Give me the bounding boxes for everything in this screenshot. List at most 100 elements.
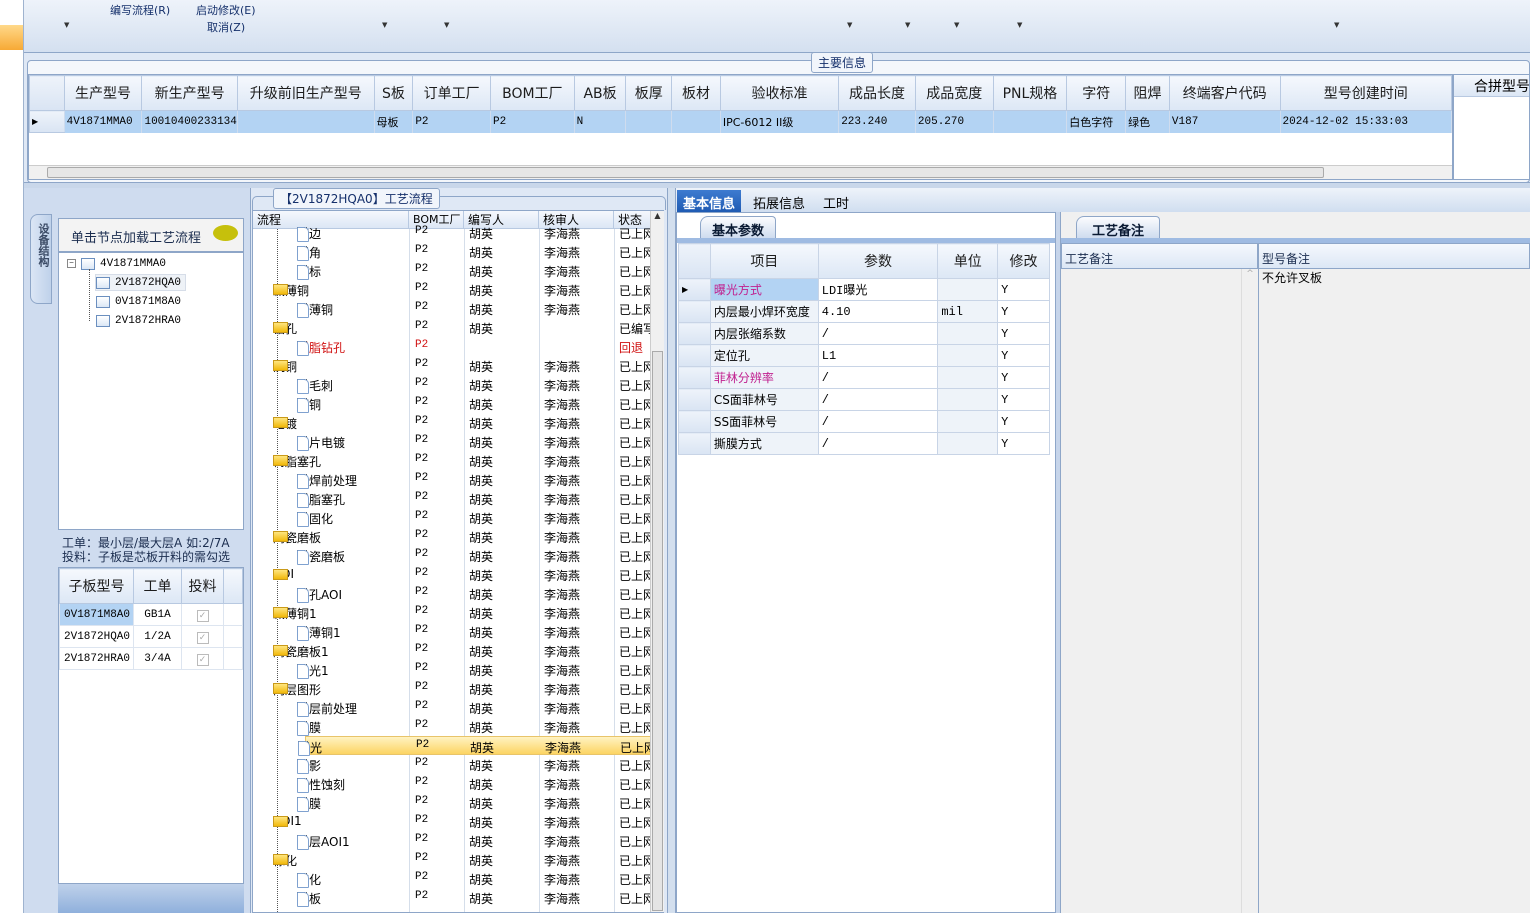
table-row[interactable]: 0V1871M8A0 GB1A ✓ [59,603,243,626]
col-header[interactable]: 订单工厂 [412,75,491,111]
dropdown-arrow-icon[interactable]: ▼ [954,21,959,29]
flow-step-row[interactable]: 减薄铜 P2 胡英 李海燕 已上网 [253,299,651,318]
flow-step-row[interactable]: 减薄铜1 P2 胡英 李海燕 已上网 [253,622,651,641]
param-value[interactable]: / [817,366,939,389]
sub-board-cell[interactable]: 0V1871M8A0 [59,603,134,626]
tab-process-notes[interactable]: 工艺备注 [1076,216,1160,239]
col-header[interactable]: AB板 [573,75,627,111]
active-nav-marker[interactable] [0,25,23,50]
flow-group-row[interactable]: − AOI P2 胡英 李海燕 已上网 [253,565,651,584]
cell[interactable]: P2 [412,110,491,133]
col-header[interactable]: 板材 [671,75,721,111]
tree-node-child[interactable]: 2V1872HRA0 [96,312,181,329]
scrollbar-thumb[interactable] [652,351,663,911]
flow-step-row[interactable]: 塞孔AOI P2 胡英 李海燕 已上网 [253,584,651,603]
row-header[interactable] [678,322,711,345]
flow-group-row[interactable]: − 棕化 P2 胡英 李海燕 已上网 [253,850,651,869]
tree-node-child[interactable]: 0V1871M8A0 [96,293,181,310]
cell[interactable] [237,110,375,133]
flow-step-row[interactable]: 退膜 P2 胡英 李海燕 已上网 [253,793,651,812]
flow-group-row[interactable]: − 钻孔 P2 胡英 已编写 [253,318,651,337]
param-row[interactable]: 定位孔 L1 Y [678,344,1050,367]
param-row[interactable]: ▶ 曝光方式 LDI曝光 Y [678,278,1050,301]
tab-extended-info[interactable]: 拓展信息 [747,190,811,212]
tab-work-hours[interactable]: 工时 [817,190,855,212]
col-header[interactable]: 验收标准 [719,75,840,111]
row-header[interactable] [678,366,711,389]
vertical-tab-structure[interactable]: 设备结构 [30,214,52,304]
flow-step-row[interactable]: 树脂钻孔 P2 回退 [253,337,651,356]
cell[interactable]: 205.270 [915,110,994,133]
col-header[interactable]: 终端客户代码 [1168,75,1281,111]
tree-node-child[interactable]: 2V1872HQA0 [95,274,187,291]
flow-group-row[interactable]: − 减薄铜 P2 胡英 李海燕 已上网 [253,280,651,299]
scroll-up-icon[interactable]: ▲ [651,211,664,220]
cell[interactable]: 4V1871MMA0 [64,110,143,133]
param-value[interactable]: / [817,388,939,411]
notes-scrollbar[interactable]: ^ [1241,269,1258,913]
row-header[interactable]: ▶ [678,278,711,301]
col-header[interactable]: 投料 [181,568,224,604]
cell[interactable] [671,110,721,133]
feed-checkbox[interactable]: ✓ [181,647,224,670]
flow-step-row[interactable]: 烘板 P2 胡英 李海燕 已上网 [253,888,651,907]
work-order-cell[interactable]: GB1A [133,603,182,626]
param-modify[interactable]: Y [997,366,1050,389]
work-order-cell[interactable]: 3/4A [133,647,182,670]
dropdown-arrow-icon[interactable]: ▼ [1017,21,1022,29]
param-row[interactable]: 菲林分辨率 / Y [678,366,1050,389]
row-header[interactable] [678,388,711,411]
cell[interactable] [993,110,1068,133]
cancel-button[interactable]: 取消(Z) [207,19,245,35]
flow-step-row[interactable]: 沉铜 P2 胡英 李海燕 已上网 [253,394,651,413]
col-header[interactable]: 升级前旧生产型号 [236,75,375,111]
param-value[interactable]: L1 [817,344,939,367]
flow-group-row[interactable]: − 陶瓷磨板1 P2 胡英 李海燕 已上网 [253,641,651,660]
col-header[interactable]: 成品宽度 [914,75,994,111]
edit-flow-button[interactable]: 编写流程(R) [110,2,170,18]
table-row[interactable]: 2V1872HRA0 3/4A ✓ [59,647,243,670]
flow-group-row[interactable]: − 电镀 P2 胡英 李海燕 已上网 [253,413,651,432]
param-value[interactable]: LDI曝光 [817,278,939,301]
col-header[interactable]: 阻焊 [1125,75,1170,111]
dropdown-arrow-icon[interactable]: ▼ [444,21,449,29]
tree-node-root[interactable]: − 4V1871MMA0 [67,255,166,272]
cell[interactable] [625,110,673,133]
cell[interactable]: 10010400233134 [141,110,238,133]
param-modify[interactable]: Y [997,344,1050,367]
col-header[interactable]: PNL规格 [992,75,1068,111]
flow-step-row[interactable]: 圆角 P2 胡英 李海燕 已上网 [253,242,651,261]
param-row[interactable]: CS面菲林号 / Y [678,388,1050,411]
col-header[interactable]: 型号创建时间 [1279,75,1452,111]
cell[interactable]: 绿色 [1125,110,1170,133]
param-row[interactable]: 内层最小焊环宽度 4.10 mil Y [678,300,1050,323]
col-header[interactable]: 单位 [937,243,999,279]
col-header[interactable]: 新生产型号 [141,75,238,111]
row-header[interactable] [678,410,711,433]
flow-step-row[interactable]: 贴膜 P2 胡英 李海燕 已上网 [253,717,651,736]
param-row[interactable]: 撕膜方式 / Y [678,432,1050,455]
param-value[interactable]: 4.10 [817,300,939,323]
flow-group-row[interactable]: − 减薄铜1 P2 胡英 李海燕 已上网 [253,603,651,622]
flow-step-row[interactable]: 显影 P2 胡英 李海燕 已上网 [253,755,651,774]
work-order-cell[interactable]: 1/2A [133,625,182,648]
flow-step-row[interactable]: 内层AOI1 P2 胡英 李海燕 已上网 [253,831,651,850]
flow-step-row[interactable]: 棕化 P2 胡英 李海燕 已上网 [253,869,651,888]
param-row[interactable]: 内层张缩系数 / Y [678,322,1050,345]
cell[interactable]: 白色字符 [1066,110,1127,133]
param-value[interactable]: / [817,410,939,433]
flow-step-row[interactable]: 树脂塞孔 P2 胡英 李海燕 已上网 [253,489,651,508]
scrollbar-thumb[interactable] [47,167,1324,178]
cell[interactable]: 223.240 [838,110,916,133]
param-modify[interactable]: Y [997,278,1050,301]
flow-step-row[interactable]: 打标 P2 胡英 李海燕 已上网 [253,261,651,280]
row-header[interactable] [678,344,711,367]
flow-step-row[interactable]: 去毛刺 P2 胡英 李海燕 已上网 [253,375,651,394]
col-header[interactable]: 成品长度 [838,75,916,111]
collapse-icon[interactable]: − [67,259,76,268]
row-header[interactable] [678,432,711,455]
col-header[interactable]: BOM工厂 [490,75,575,111]
flow-group-row[interactable]: − 陶瓷磨板 P2 胡英 李海燕 已上网 [253,527,651,546]
flow-step-row[interactable]: 阻焊前处理 P2 胡英 李海燕 已上网 [253,470,651,489]
feed-checkbox[interactable]: ✓ [181,603,224,626]
